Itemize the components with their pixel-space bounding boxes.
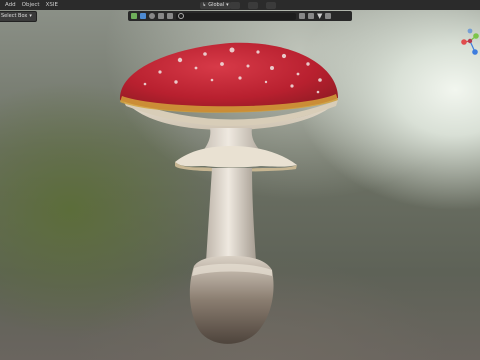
search-icon	[178, 13, 184, 19]
select-mode-label: Select Box	[1, 13, 28, 19]
display-icon[interactable]	[308, 13, 314, 19]
proportional-edit-button[interactable]	[266, 2, 276, 9]
filter-icon[interactable]: ▼	[317, 12, 322, 20]
overlays-icon[interactable]	[158, 13, 164, 19]
select-box-button[interactable]: Select Box ▾	[0, 11, 37, 22]
navigation-gizmo-icon[interactable]	[458, 28, 480, 56]
viewport-header: ▼	[128, 11, 352, 21]
transform-orientation-dropdown[interactable]: ↳ Global ▾	[200, 2, 231, 9]
menu-xsie[interactable]: XSIE	[46, 2, 58, 8]
menu-bar: Add Object XSIE	[0, 0, 480, 10]
gizmo-toggle-icon[interactable]	[167, 13, 173, 19]
mushroom-model[interactable]	[0, 10, 480, 360]
search-input[interactable]	[176, 12, 296, 20]
pivot-point-button[interactable]	[230, 2, 240, 9]
chevron-down-icon: ▾	[226, 2, 229, 8]
orientation-icon: ↳	[202, 2, 207, 8]
material-shading-icon[interactable]	[149, 13, 155, 19]
menu-icon[interactable]	[325, 13, 332, 19]
menu-object[interactable]: Object	[22, 2, 40, 8]
snap-button[interactable]	[248, 2, 258, 9]
solid-shading-icon[interactable]	[140, 13, 146, 19]
3d-viewport[interactable]	[0, 10, 480, 360]
chevron-down-icon: ▾	[29, 13, 32, 19]
orientation-label: Global	[208, 2, 225, 8]
menu-add[interactable]: Add	[5, 2, 16, 8]
view-options-icon[interactable]	[299, 13, 305, 19]
viewport-shading-icon[interactable]	[131, 13, 137, 19]
